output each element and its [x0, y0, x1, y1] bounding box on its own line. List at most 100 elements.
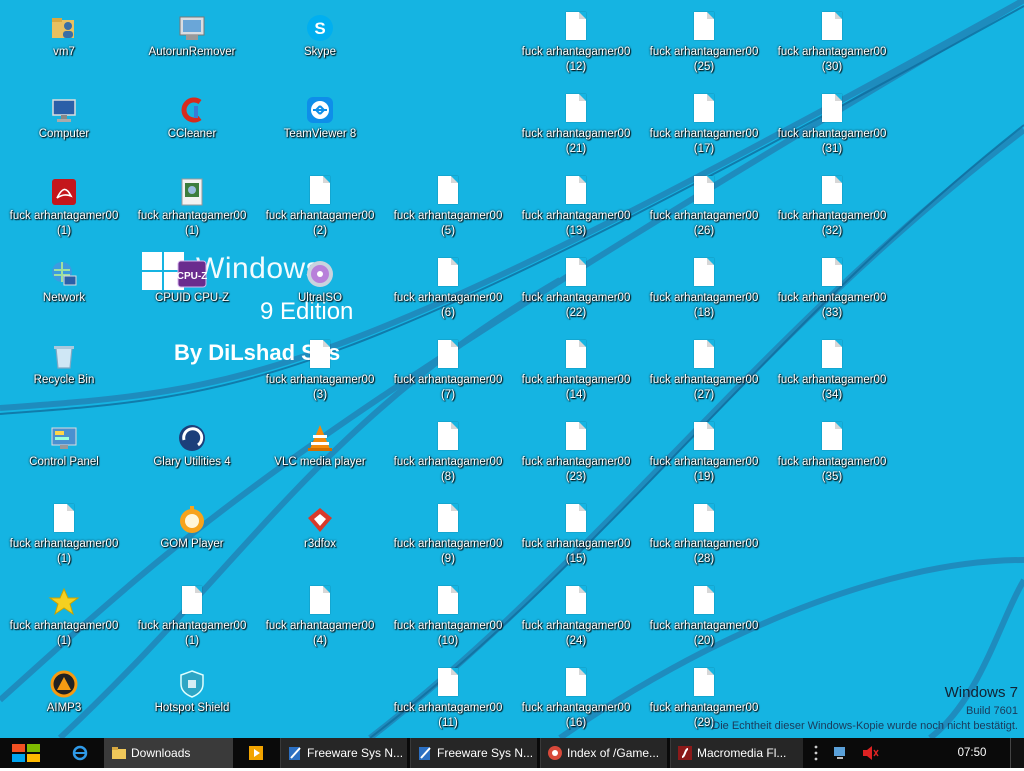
- desktop-icon[interactable]: fuck arhantagamer00 (12): [514, 4, 638, 84]
- document-icon: [816, 94, 848, 126]
- desktop-icon[interactable]: fuck arhantagamer00 (2): [258, 168, 382, 248]
- desktop-icon[interactable]: fuck arhantagamer00 (35): [770, 414, 894, 494]
- taskbar-freeware-sys-1-button[interactable]: Freeware Sys N...: [280, 738, 407, 768]
- watermark-os: Windows 7: [944, 684, 1018, 701]
- document-icon: [304, 176, 336, 208]
- disc-icon: [304, 258, 336, 290]
- svg-text:CPU-Z: CPU-Z: [177, 271, 208, 282]
- taskbar-downloads-button[interactable]: Downloads: [104, 738, 233, 768]
- desktop-icon[interactable]: GOM Player: [130, 496, 254, 576]
- desktop-icon[interactable]: fuck arhantagamer00 (10): [386, 578, 510, 658]
- document-icon: [688, 340, 720, 372]
- desktop-icon[interactable]: Glary Utilities 4: [130, 414, 254, 494]
- desktop-icon[interactable]: fuck arhantagamer00 (11): [386, 660, 510, 738]
- document-icon: [560, 340, 592, 372]
- desktop-icon-label: fuck arhantagamer00 (1): [9, 538, 119, 565]
- windows-start-icon: [12, 744, 40, 762]
- desktop-icon[interactable]: fuck arhantagamer00 (16): [514, 660, 638, 738]
- desktop-icon[interactable]: AutorunRemover: [130, 4, 254, 84]
- desktop-icon-label: AIMP3: [46, 702, 82, 714]
- desktop[interactable]: Windows 9 Edition By DiLshad Sys vm7 Comp…: [0, 0, 1024, 738]
- desktop-icon-label: fuck arhantagamer00 (17): [649, 128, 759, 155]
- desktop-icon[interactable]: fuck arhantagamer00 (13): [514, 168, 638, 248]
- desktop-icon[interactable]: UltraISO: [258, 250, 382, 330]
- desktop-icon-label: CCleaner: [167, 128, 217, 140]
- desktop-icon[interactable]: fuck arhantagamer00 (15): [514, 496, 638, 576]
- desktop-icon-label: Control Panel: [29, 456, 99, 468]
- desktop-icon[interactable]: fuck arhantagamer00 (25): [642, 4, 766, 84]
- desktop-icon-label: Hotspot Shield: [154, 702, 230, 714]
- desktop-icon-label: fuck arhantagamer00 (6): [393, 292, 503, 319]
- desktop-icon[interactable]: fuck arhantagamer00 (24): [514, 578, 638, 658]
- desktop-icon[interactable]: fuck arhantagamer00 (6): [386, 250, 510, 330]
- tray-volume-muted-icon[interactable]: [860, 738, 880, 768]
- skype-icon: S: [304, 12, 336, 44]
- start-button[interactable]: [0, 738, 50, 768]
- desktop-icon[interactable]: fuck arhantagamer00 (8): [386, 414, 510, 494]
- desktop-icon[interactable]: fuck arhantagamer00 (17): [642, 86, 766, 166]
- cpuz-icon: CPU-Z: [176, 258, 208, 290]
- desktop-icon[interactable]: fuck arhantagamer00 (26): [642, 168, 766, 248]
- desktop-icon-label: fuck arhantagamer00 (2): [265, 210, 375, 237]
- desktop-icon[interactable]: fuck arhantagamer00 (28): [642, 496, 766, 576]
- desktop-icon[interactable]: fuck arhantagamer00 (4): [258, 578, 382, 658]
- desktop-icon-label: fuck arhantagamer00 (5): [393, 210, 503, 237]
- svg-text:S: S: [314, 19, 325, 38]
- document-icon: [432, 422, 464, 454]
- desktop-icon-label: fuck arhantagamer00 (13): [521, 210, 631, 237]
- desktop-icon[interactable]: fuck arhantagamer00 (20): [642, 578, 766, 658]
- desktop-icon[interactable]: fuck arhantagamer00 (1): [130, 578, 254, 658]
- desktop-icon[interactable]: fuck arhantagamer00 (27): [642, 332, 766, 412]
- desktop-icon[interactable]: fuck arhantagamer00 (21): [514, 86, 638, 166]
- tray-network-icon[interactable]: [830, 738, 850, 768]
- recycle-bin-icon: [48, 340, 80, 372]
- taskbar-grip-icon[interactable]: [808, 738, 824, 768]
- desktop-icon[interactable]: fuck arhantagamer00 (1): [130, 168, 254, 248]
- desktop-icon[interactable]: fuck arhantagamer00 (32): [770, 168, 894, 248]
- desktop-icon[interactable]: fuck arhantagamer00 (34): [770, 332, 894, 412]
- desktop-icon[interactable]: fuck arhantagamer00 (23): [514, 414, 638, 494]
- desktop-icon[interactable]: fuck arhantagamer00 (7): [386, 332, 510, 412]
- desktop-icon[interactable]: Hotspot Shield: [130, 660, 254, 738]
- show-desktop-button[interactable]: [1010, 738, 1024, 768]
- desktop-icon[interactable]: fuck arhantagamer00 (31): [770, 86, 894, 166]
- desktop-icon[interactable]: fuck arhantagamer00 (1): [2, 578, 126, 658]
- desktop-icon[interactable]: TeamViewer 8: [258, 86, 382, 166]
- desktop-icon[interactable]: CPU-Z CPUID CPU-Z: [130, 250, 254, 330]
- desktop-icon[interactable]: fuck arhantagamer00 (18): [642, 250, 766, 330]
- desktop-icon[interactable]: fuck arhantagamer00 (1): [2, 496, 126, 576]
- desktop-icon-label: fuck arhantagamer00 (18): [649, 292, 759, 319]
- taskbar-media-button[interactable]: [236, 738, 276, 768]
- desktop-icon[interactable]: fuck arhantagamer00 (5): [386, 168, 510, 248]
- desktop-icon[interactable]: fuck arhantagamer00 (9): [386, 496, 510, 576]
- desktop-icon[interactable]: Recycle Bin: [2, 332, 126, 412]
- desktop-icon[interactable]: Computer: [2, 86, 126, 166]
- desktop-icon[interactable]: vm7: [2, 4, 126, 84]
- desktop-icon[interactable]: fuck arhantagamer00 (33): [770, 250, 894, 330]
- taskbar-clock[interactable]: 07:50: [944, 747, 1000, 761]
- desktop-icon[interactable]: AIMP3: [2, 660, 126, 738]
- taskbar-index-of-game-button[interactable]: Index of /Game...: [540, 738, 667, 768]
- desktop-icon-label: fuck arhantagamer00 (35): [777, 456, 887, 483]
- desktop-icon[interactable]: fuck arhantagamer00 (1): [2, 168, 126, 248]
- desktop-icon-label: fuck arhantagamer00 (34): [777, 374, 887, 401]
- document-icon: [304, 586, 336, 618]
- desktop-icon[interactable]: r3dfox: [258, 496, 382, 576]
- desktop-icon[interactable]: fuck arhantagamer00 (14): [514, 332, 638, 412]
- document-icon: [688, 504, 720, 536]
- desktop-icon[interactable]: VLC media player: [258, 414, 382, 494]
- desktop-icon[interactable]: fuck arhantagamer00 (3): [258, 332, 382, 412]
- taskbar-ie-button[interactable]: [60, 738, 100, 768]
- taskbar-freeware-sys-2-button[interactable]: Freeware Sys N...: [410, 738, 537, 768]
- desktop-icon[interactable]: fuck arhantagamer00 (19): [642, 414, 766, 494]
- desktop-icon[interactable]: Control Panel: [2, 414, 126, 494]
- desktop-icon[interactable]: fuck arhantagamer00 (22): [514, 250, 638, 330]
- taskbar-macromedia-flash-button[interactable]: Macromedia Fl...: [670, 738, 803, 768]
- desktop-icon-label: UltraISO: [297, 292, 343, 304]
- document-icon: [48, 504, 80, 536]
- desktop-icon[interactable]: S Skype: [258, 4, 382, 84]
- vlc-cone-icon: [304, 422, 336, 454]
- desktop-icon[interactable]: Network: [2, 250, 126, 330]
- desktop-icon[interactable]: CCleaner: [130, 86, 254, 166]
- desktop-icon[interactable]: fuck arhantagamer00 (30): [770, 4, 894, 84]
